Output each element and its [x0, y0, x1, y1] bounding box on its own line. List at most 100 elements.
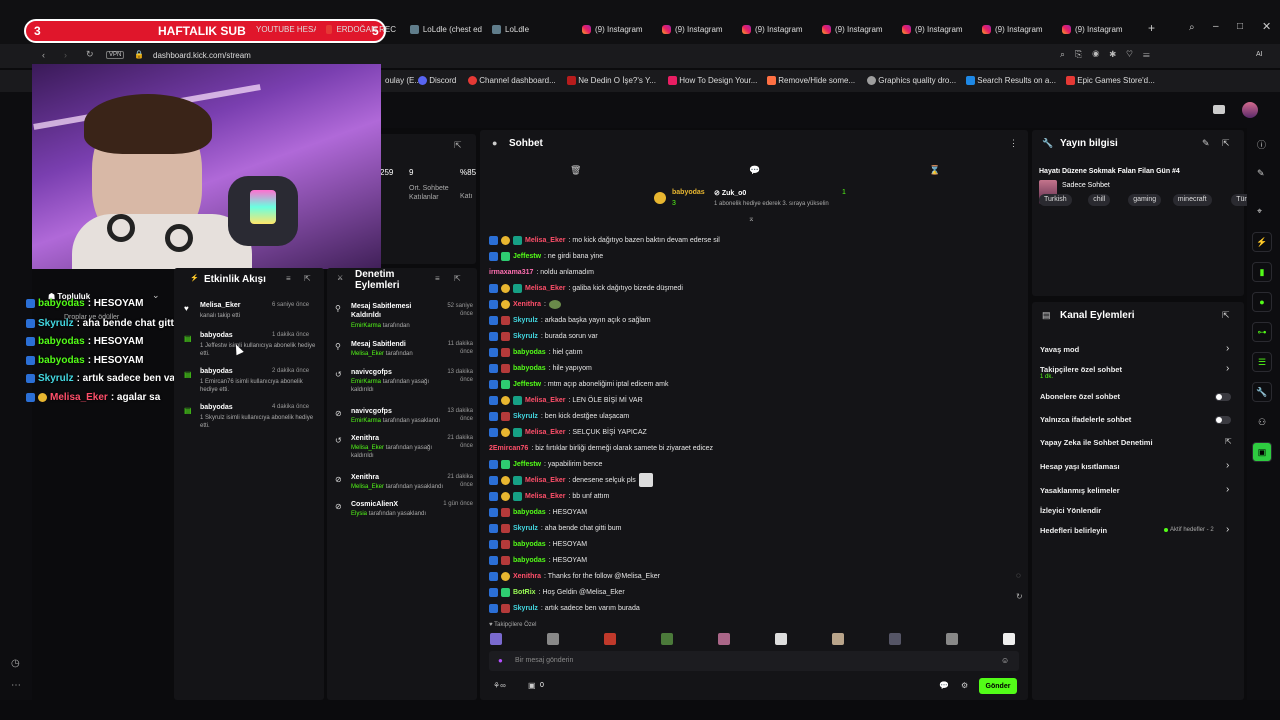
- channel-action-label[interactable]: Yapay Zeka ile Sohbet Denetimi: [1040, 438, 1153, 447]
- chat-username[interactable]: irmaxama317: [489, 269, 533, 276]
- emote-icon[interactable]: [832, 633, 844, 645]
- chat-settings-icon[interactable]: 💬: [939, 681, 949, 690]
- reload-icon[interactable]: ↻: [86, 49, 94, 60]
- chat-username[interactable]: Jeffestw: [513, 253, 541, 260]
- gift-icon[interactable]: ⚘∞: [493, 681, 506, 690]
- forward-icon[interactable]: ›: [64, 50, 67, 60]
- ai-button[interactable]: AI: [1256, 51, 1263, 58]
- chevron-right-icon[interactable]: ›: [1226, 460, 1229, 471]
- vpn-badge[interactable]: VPN: [106, 51, 125, 59]
- expand-icon[interactable]: ⇱: [304, 274, 311, 283]
- emote-icon[interactable]: [1003, 633, 1015, 645]
- clock-icon[interactable]: ◷: [11, 658, 20, 669]
- moderator-name[interactable]: Elysia: [351, 511, 367, 517]
- channel-action-label[interactable]: Hesap yaşı kısıtlaması: [1040, 462, 1120, 471]
- bookmark-channel-dashboard[interactable]: Channel dashboard...: [468, 76, 556, 86]
- chat-username[interactable]: Xenithra: [513, 301, 541, 308]
- bookmark-epic-games[interactable]: Epic Games Store'd...: [1066, 76, 1155, 86]
- maximize-icon[interactable]: □: [1237, 21, 1243, 32]
- tab-instagram-3[interactable]: (9) Instagram: [742, 20, 814, 38]
- tab-youtube-hesap[interactable]: YOUTUBE HESAP: [256, 20, 316, 38]
- bookmark-search-results[interactable]: Search Results on a...: [966, 76, 1056, 86]
- activity-user[interactable]: Melisa_Eker: [200, 302, 240, 309]
- moderator-name[interactable]: Melisa_Eker: [351, 351, 384, 357]
- bookmark-0[interactable]: oulay (E...: [385, 76, 421, 85]
- search-tabs-icon[interactable]: ⌕: [1189, 22, 1195, 33]
- chat-username[interactable]: Skyrulz: [513, 413, 538, 420]
- send-button[interactable]: Gönder: [979, 678, 1017, 694]
- moderation-title[interactable]: Mesaj Sabitlemesi Kaldırıldı: [351, 302, 431, 320]
- rail-list-icon[interactable]: ☰: [1252, 352, 1272, 372]
- rail-link-icon[interactable]: ⊶: [1252, 322, 1272, 342]
- edit-icon[interactable]: ✎: [1202, 138, 1210, 149]
- tab-instagram-5[interactable]: (9) Instagram: [902, 20, 974, 38]
- emote-icon[interactable]: [604, 633, 616, 645]
- overlay-username[interactable]: Skyrulz: [38, 373, 74, 384]
- rail-chat-icon[interactable]: ●: [1252, 292, 1272, 312]
- hourglass-icon[interactable]: ⌛: [929, 165, 940, 176]
- gear-icon[interactable]: ⚙: [961, 681, 968, 690]
- minimize-icon[interactable]: –: [1213, 21, 1219, 32]
- emote-icon[interactable]: [946, 633, 958, 645]
- emoji-icon[interactable]: ☺: [1001, 656, 1009, 665]
- emote-icon[interactable]: [718, 633, 730, 645]
- bookmark-ne-dedin[interactable]: Ne Dedin O İşe?'s Y...: [567, 76, 656, 86]
- channel-action-label[interactable]: Yavaş mod: [1040, 345, 1079, 354]
- chat-username[interactable]: babyodas: [513, 541, 546, 548]
- chat-username[interactable]: Melisa_Eker: [525, 477, 565, 484]
- close-icon[interactable]: ✕: [1262, 20, 1271, 33]
- activity-user[interactable]: babyodas: [200, 368, 233, 375]
- chat-username[interactable]: Skyrulz: [513, 317, 538, 324]
- moderation-title[interactable]: Mesaj Sabitlendi: [351, 340, 431, 349]
- pencil-icon[interactable]: ✎: [1257, 168, 1265, 179]
- external-link-icon[interactable]: ⇱: [1225, 437, 1232, 446]
- tab-instagram-1[interactable]: (9) Instagram: [582, 20, 654, 38]
- chat-username[interactable]: babyodas: [513, 509, 546, 516]
- chat-username[interactable]: Skyrulz: [513, 525, 538, 532]
- chat-input[interactable]: ● Bir mesaj gönderin ☺: [489, 651, 1019, 671]
- avatar[interactable]: [1242, 102, 1258, 118]
- chat-username[interactable]: Melisa_Eker: [525, 429, 565, 436]
- emote-icon[interactable]: [547, 633, 559, 645]
- expand-icon[interactable]: ⇱: [454, 274, 461, 283]
- stream-tag[interactable]: chill: [1088, 194, 1111, 206]
- moderation-title[interactable]: CosmicAlienX: [351, 500, 431, 509]
- chat-username[interactable]: Xenithra: [513, 573, 541, 580]
- moderator-name[interactable]: EmirKarma: [351, 418, 381, 424]
- rail-wrench-icon[interactable]: 🔧: [1252, 382, 1272, 402]
- target-icon[interactable]: ⌖: [1257, 206, 1262, 217]
- chat-username[interactable]: babyodas: [513, 349, 546, 356]
- moderator-name[interactable]: EmirKarma: [351, 323, 381, 329]
- speech-icon[interactable]: 💬: [749, 165, 760, 176]
- bookmark-discord[interactable]: Discord: [418, 76, 456, 86]
- pinned-target[interactable]: ⊘ Zuk_o0: [714, 189, 746, 197]
- back-icon[interactable]: ‹: [42, 50, 45, 60]
- chat-username[interactable]: 2Emircan76: [489, 445, 528, 452]
- chat-username[interactable]: Jeffestw: [513, 461, 541, 468]
- channel-action-label[interactable]: Abonelere özel sohbet: [1040, 392, 1120, 401]
- chat-username[interactable]: Jeffestw: [513, 381, 541, 388]
- stream-tag[interactable]: gaming: [1128, 194, 1162, 206]
- emote-icon[interactable]: [490, 633, 502, 645]
- toggle-switch[interactable]: [1215, 393, 1231, 401]
- tab-loldle[interactable]: LoLdle: [492, 20, 562, 38]
- chat-username[interactable]: Melisa_Eker: [525, 285, 565, 292]
- toggle-switch[interactable]: [1215, 416, 1231, 424]
- moderation-title[interactable]: navivcgofps: [351, 407, 431, 416]
- expand-icon[interactable]: ⇱: [1222, 310, 1230, 321]
- chat-username[interactable]: BotRix: [513, 589, 536, 596]
- extension-icons[interactable]: ⌕⎘◉✱♡☰: [1060, 49, 1160, 60]
- chat-username[interactable]: Skyrulz: [513, 333, 538, 340]
- moderator-name[interactable]: Melisa_Eker: [351, 484, 384, 490]
- activity-user[interactable]: babyodas: [200, 332, 233, 339]
- bookmark-remove-hide[interactable]: Remove/Hide some...: [767, 76, 855, 86]
- stream-tag[interactable]: Turkish: [1039, 194, 1072, 206]
- tab-erdogan[interactable]: ERDOĞAN REC: [326, 20, 396, 38]
- wallet-icon[interactable]: [1213, 105, 1225, 114]
- moderator-name[interactable]: EmirKarma: [351, 379, 381, 385]
- overlay-username[interactable]: babyodas: [38, 298, 85, 309]
- chevron-right-icon[interactable]: ›: [1226, 484, 1229, 495]
- stream-tag[interactable]: minecraft: [1172, 194, 1212, 206]
- url-field[interactable]: dashboard.kick.com/stream: [153, 51, 251, 60]
- chat-username[interactable]: babyodas: [513, 557, 546, 564]
